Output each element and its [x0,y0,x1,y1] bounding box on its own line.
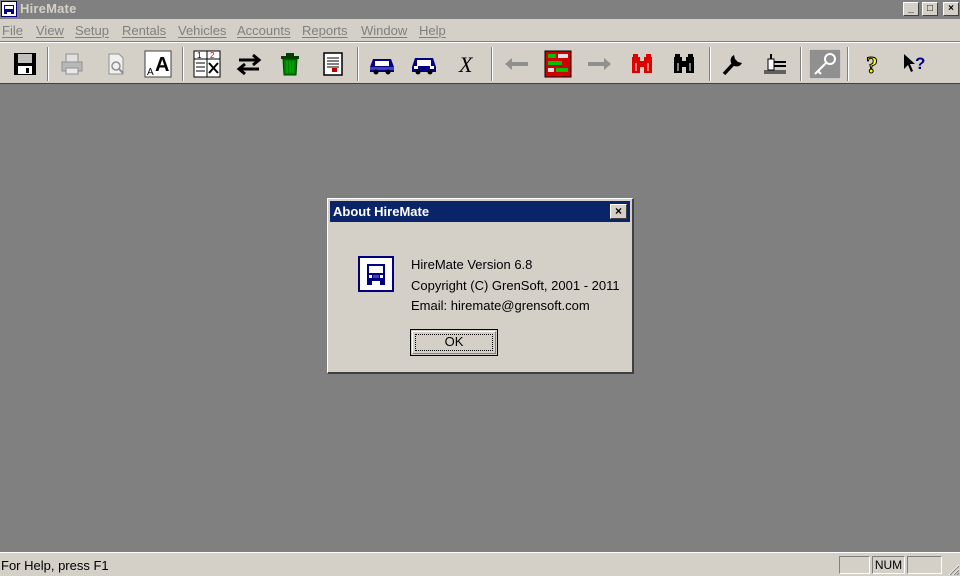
svg-text:?: ? [915,54,925,73]
font-button[interactable]: AA [141,48,175,80]
minimize-button[interactable]: _ [903,2,919,16]
key-button[interactable] [808,48,842,80]
app-car-icon[interactable] [1,1,17,17]
menu-bar: File View Setup Rentals Vehicles Account… [0,19,960,42]
chart-button[interactable] [541,48,575,80]
svg-text:2: 2 [210,51,215,60]
print-preview-icon [108,53,124,75]
maximize-button[interactable]: □ [922,2,938,16]
print-icon [61,53,83,75]
delete-button[interactable] [273,48,307,80]
forward-button[interactable] [583,48,617,80]
binoculars-button[interactable] [667,48,701,80]
swap-icon [236,53,262,76]
forward-arrow-icon [588,58,611,70]
print-button[interactable] [55,48,89,80]
ok-button[interactable]: OK [410,329,498,356]
svg-text:A: A [155,54,169,76]
binoculars-icon [674,54,694,73]
find-button[interactable] [625,48,659,80]
car-out-button[interactable] [365,48,399,80]
close-button[interactable]: × [943,2,959,16]
spreadsheet-button[interactable]: 12 [190,48,224,80]
menu-reports[interactable]: Reports [302,23,348,38]
menu-file[interactable]: File [2,23,23,38]
ok-button-label: OK [415,334,493,351]
status-help-text: For Help, press F1 [1,558,109,573]
dialog-title-bar: About HireMate × [330,201,630,222]
spreadsheet-icon: 12 [193,50,221,78]
back-arrow-icon [505,58,528,70]
cancel-icon: X [458,52,474,77]
help-button[interactable]: ? [855,48,889,80]
status-bar: For Help, press F1 NUM [0,552,960,576]
copyright-text: Copyright (C) GrenSoft, 2001 - 2011 [411,278,620,293]
menu-vehicles[interactable]: Vehicles [178,23,226,38]
version-text: HireMate Version 6.8 [411,257,533,272]
tools-button[interactable] [758,48,792,80]
font-icon: AA [144,50,172,78]
save-icon [14,53,36,75]
svg-text:X: X [458,52,474,77]
car-in-button[interactable] [407,48,441,80]
find-red-icon [632,54,652,73]
menu-rentals[interactable]: Rentals [122,23,166,38]
swap-button[interactable] [232,48,266,80]
context-help-icon: ? [904,54,925,73]
save-button[interactable] [8,48,42,80]
status-pane-caps [839,556,870,574]
dialog-close-button[interactable]: × [610,204,627,219]
app-car-icon [358,256,394,292]
back-button[interactable] [499,48,533,80]
svg-text:A: A [147,67,154,78]
print-preview-button[interactable] [99,48,133,80]
menu-help[interactable]: Help [419,23,446,38]
svg-text:?: ? [866,53,878,77]
cancel-button[interactable]: X [449,48,483,80]
toolbar: AA 12 X ? ? [0,42,960,84]
car-in-icon [412,58,436,75]
title-bar: HireMate _ □ × [0,0,960,19]
chart-icon [544,50,572,78]
about-dialog: About HireMate × HireMate Version 6.8 Co… [327,198,634,374]
tools-icon [764,54,786,74]
dialog-title: About HireMate [333,204,430,219]
wrench-icon [722,55,742,76]
menu-accounts[interactable]: Accounts [237,23,290,38]
status-pane-num: NUM [872,556,905,574]
menu-window[interactable]: Window [361,23,407,38]
context-help-button[interactable]: ? [897,48,931,80]
email-text: Email: hiremate@grensoft.com [411,298,590,313]
resize-grip-icon[interactable] [946,562,960,576]
key-icon [809,49,841,79]
delete-icon [281,53,299,76]
wrench-button[interactable] [716,48,750,80]
car-out-icon [370,59,394,75]
document-button[interactable] [316,48,350,80]
menu-view[interactable]: View [36,23,64,38]
menu-setup[interactable]: Setup [75,23,109,38]
help-icon: ? [866,53,879,78]
svg-text:1: 1 [197,51,202,60]
window-title: HireMate [20,1,77,16]
document-icon [323,52,343,76]
status-pane-scroll [907,556,942,574]
